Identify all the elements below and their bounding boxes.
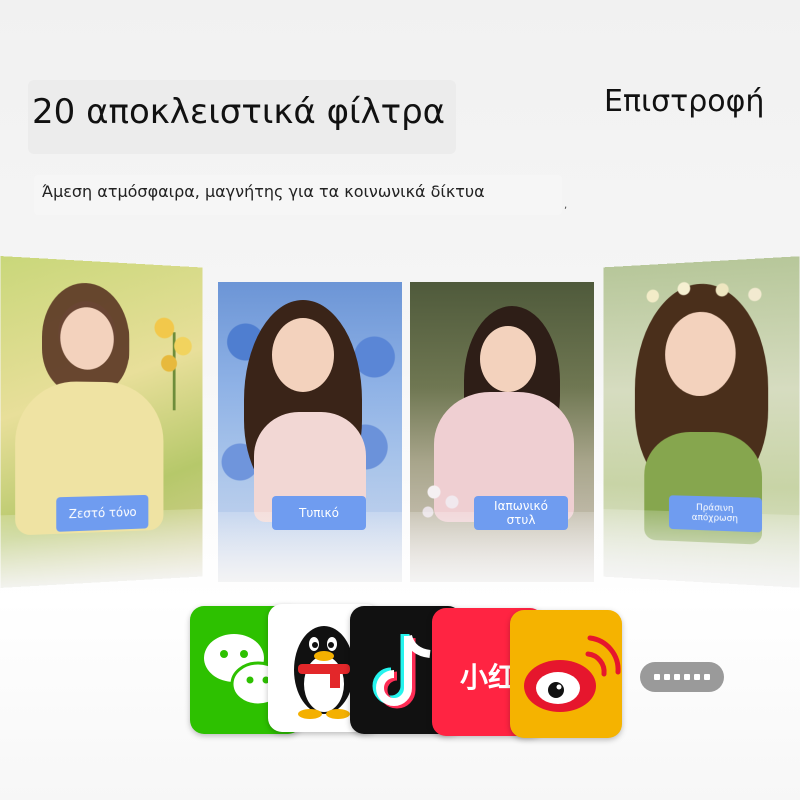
page-subtitle: Άμεση ατμόσφαιρα, μαγνήτης για τα κοινων… — [42, 182, 485, 201]
subtitle-mark: , — [564, 200, 568, 211]
more-dots-icon — [654, 674, 660, 680]
flower-crown — [640, 272, 769, 309]
share-app-weibo[interactable] — [510, 610, 622, 738]
filter-label-warm: Ζεστό τόνο — [56, 494, 149, 532]
weibo-icon — [524, 635, 621, 712]
filter-label-japanese: Ιαπωνικό στυλ — [474, 496, 568, 530]
filter-label-standard: Τυπικό — [272, 496, 366, 530]
filter-card-green[interactable]: Πράσινη απόχρωση — [603, 256, 800, 588]
filter-label-green: Πράσινη απόχρωση — [668, 495, 763, 533]
more-apps-button[interactable] — [640, 662, 724, 692]
page-title: 20 αποκλειστικά φίλτρα — [32, 92, 446, 132]
back-button[interactable]: Επιστροφή — [604, 84, 764, 119]
flowers — [150, 303, 197, 422]
filter-card-standard[interactable]: Τυπικό — [218, 282, 402, 582]
filter-card-warm[interactable]: Ζεστό τόνο — [0, 256, 203, 588]
filter-card-japanese[interactable]: Ιαπωνικό στυλ — [410, 282, 594, 582]
